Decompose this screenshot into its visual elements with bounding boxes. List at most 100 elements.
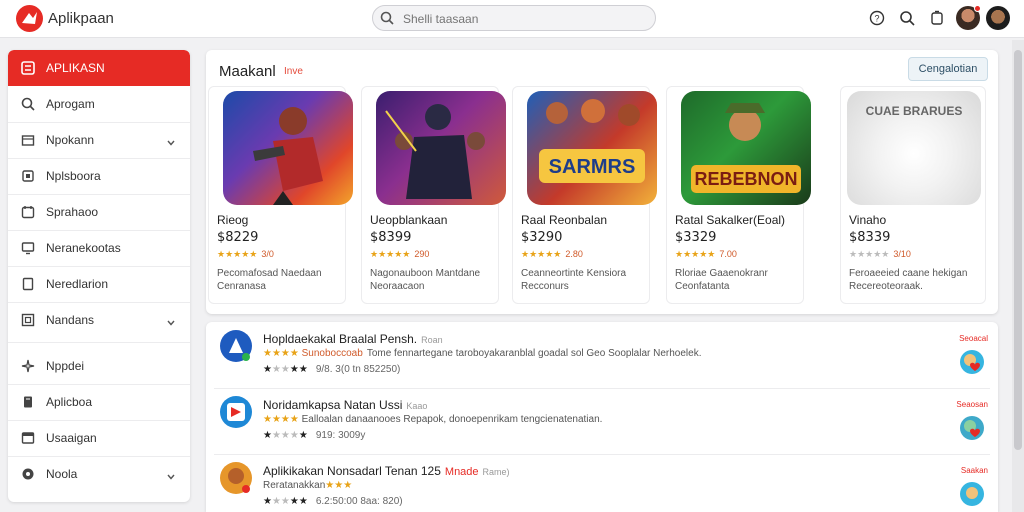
rating-star: ★★	[289, 364, 308, 375]
app-tag: Kaao	[406, 401, 428, 411]
rating-count: 2.80	[565, 249, 583, 259]
app-rating: ★★★★★ 2.80	[521, 249, 583, 260]
sidebar-item-label: Neranekootas	[46, 241, 121, 255]
app-name: Ueopblankaan	[370, 213, 448, 227]
app-price: $8399	[370, 230, 412, 245]
app-price: $3329	[675, 230, 717, 245]
rating-star: ★★	[289, 496, 308, 507]
rating-stars: ★★★★	[263, 348, 299, 359]
rating-stars: ★★★★★	[675, 249, 716, 259]
scrollbar[interactable]	[1012, 40, 1024, 512]
rating-star: ★	[263, 430, 272, 441]
rating-star: ★	[298, 430, 308, 441]
sidebar-item-label: Aprogam	[46, 97, 95, 111]
app-name: Raal Reonbalan	[521, 213, 608, 227]
app-thumbnail: SARMRS	[527, 91, 657, 205]
sidebar-item-npokann[interactable]: Npokann	[8, 122, 190, 158]
monitor-icon	[20, 240, 36, 256]
search-icon	[380, 11, 394, 30]
help-icon[interactable]: ?	[866, 7, 888, 29]
featured-section: Maakanl Inve Cengalotian Rieog $8229 ★★★…	[206, 50, 998, 314]
list-item[interactable]: Noridamkapsa Natan Ussi Kaao ★★★★ Ealloal…	[206, 388, 998, 452]
app-icon	[220, 396, 252, 428]
rating-count: 290	[414, 249, 430, 259]
box-icon	[20, 132, 36, 148]
app-rating: ★★★★★ 3/10	[849, 249, 911, 260]
sidebar-item-nplsboora[interactable]: Nplsboora	[8, 158, 190, 194]
app-description: Nagonauboon Mantdane Neoraacaon	[370, 268, 481, 292]
sidebar-item-aprogam[interactable]: Aprogam	[8, 86, 190, 122]
app-card[interactable]: CUAE BRARUES Vinaho $8339 ★★★★★ 3/10 Fero…	[840, 86, 986, 304]
notification-dot	[974, 5, 981, 12]
sidebar-item-aplicboa[interactable]: Aplicboa	[8, 384, 190, 420]
app-badge: Saakan	[960, 466, 988, 475]
tablet-icon	[20, 276, 36, 292]
app-rating: ★★★★★ 6.2:50:00 8aa: 820)	[263, 496, 403, 507]
list-item[interactable]: Aplikikakan Nonsadarl Tenan 125 Mnade Rame…	[206, 454, 998, 512]
sidebar-item-sprahaoo[interactable]: Sprahaoo	[8, 194, 190, 230]
section-title: Maakanl	[219, 63, 276, 80]
rating-empty-stars: ★★	[271, 496, 290, 507]
search-bar[interactable]	[372, 5, 656, 31]
app-summary: Reratanakkan★★★	[263, 480, 352, 491]
sidebar-item-label: Nppdei	[46, 359, 85, 373]
chevron-down-icon[interactable]	[166, 469, 176, 487]
app-card[interactable]: SARMRS Raal Reonbalan $3290 ★★★★★ 2.80 Ce…	[512, 86, 657, 304]
list-item[interactable]: Hopldaekakal Braalal Pensh. Roan ★★★★ Sun…	[206, 322, 998, 386]
sidebar-item-neranekootas[interactable]: Neranekootas	[8, 230, 190, 266]
scrollbar-thumb[interactable]	[1014, 50, 1022, 450]
grid-icon	[20, 312, 36, 328]
sidebar-item-neredlarion[interactable]: Neredlarion	[8, 266, 190, 302]
sidebar-item-label: Nandans	[46, 313, 95, 327]
sparkle-icon	[20, 358, 36, 374]
apps-icon	[20, 60, 36, 76]
app-icon	[220, 330, 252, 362]
section-subtitle: Inve	[284, 66, 303, 77]
search-input[interactable]	[403, 10, 643, 27]
favorite-icon[interactable]	[960, 482, 984, 506]
app-icon	[220, 462, 252, 494]
sidebar-item-label: Nplsboora	[46, 169, 101, 183]
svg-text:CUAE BRARUES: CUAE BRARUES	[866, 104, 963, 118]
app-card[interactable]: Rieog $8229 ★★★★★ 3/0 Pecomafosad Naedaan…	[208, 86, 353, 304]
avatar[interactable]	[956, 5, 981, 30]
app-description: Feroaeeied caane hekigan Recereoteoraak.	[849, 268, 968, 292]
app-logo-icon[interactable]	[16, 5, 43, 32]
sidebar-item-noola[interactable]: Noola	[8, 456, 190, 492]
square-icon	[20, 168, 36, 184]
app-title-text: Aplikikakan Nonsadarl Tenan 125	[263, 464, 441, 478]
svg-text:?: ?	[874, 14, 879, 24]
chevron-down-icon[interactable]	[166, 135, 176, 153]
search-icon	[20, 96, 36, 112]
see-all-button[interactable]: Cengalotian	[908, 57, 988, 81]
notification-icon[interactable]	[926, 7, 948, 29]
avatar[interactable]	[986, 6, 1010, 30]
favorite-icon[interactable]	[960, 350, 984, 374]
app-card[interactable]: REBEBNON Ratal Sakalker(Eoal) $3329 ★★★★…	[666, 86, 811, 304]
rating-count: 919: 3009y	[315, 430, 366, 441]
sidebar-item-nppdei[interactable]: Nppdei	[8, 348, 190, 384]
calendar-icon	[20, 204, 36, 220]
sidebar-item-nandans[interactable]: Nandans	[8, 302, 190, 338]
chevron-down-icon[interactable]	[166, 315, 176, 333]
rating-count: 6.2:50:00 8aa: 820)	[315, 496, 403, 507]
rating-stars: ★★★★★	[849, 249, 890, 259]
sidebar-item-usaaigan[interactable]: Usaaigan	[8, 420, 190, 456]
app-price: $8229	[217, 230, 259, 245]
app-description: Tome fennartegane taroboyakaranblal goad…	[366, 348, 702, 359]
app-price: $8339	[849, 230, 891, 245]
window-icon	[20, 430, 36, 446]
app-badge: Seaosan	[956, 400, 988, 409]
app-name: Rieog	[217, 213, 249, 227]
search-icon[interactable]	[896, 7, 918, 29]
app-name: Aplikpaan	[48, 10, 114, 27]
svg-text:SARMRS: SARMRS	[549, 156, 636, 178]
sidebar-item-aplikasn[interactable]: APLIKASN	[8, 50, 190, 86]
sidebar-item-label: APLIKASN	[46, 61, 105, 75]
app-card[interactable]: Ueopblankaan $8399 ★★★★★ 290 Nagonauboon …	[361, 86, 506, 304]
svg-text:REBEBNON: REBEBNON	[694, 169, 797, 189]
rating-empty-stars: ★★★	[271, 430, 299, 441]
favorite-icon[interactable]	[960, 416, 984, 440]
app-title-text: Noridamkapsa Natan Ussi	[263, 398, 403, 412]
rating-count: 7.00	[719, 249, 737, 259]
